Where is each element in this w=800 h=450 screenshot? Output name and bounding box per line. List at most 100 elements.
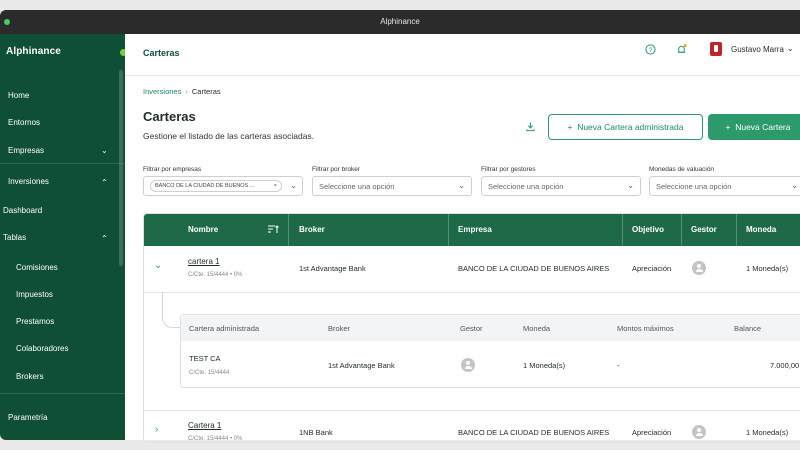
sort-icon[interactable] bbox=[267, 224, 279, 235]
table-row[interactable]: ⌄ cartera 1 C/Cte. 15/4444 • 0% 1st Adva… bbox=[144, 246, 800, 292]
filter-monedas-label: Monedas de valuación bbox=[649, 166, 715, 173]
portfolios-table: Nombre Broker Empresa Objetivo Gestor Mo… bbox=[143, 213, 800, 443]
row-broker: 1st Advantage Bank bbox=[299, 264, 366, 273]
sidebar-divider bbox=[0, 393, 125, 394]
top-bar: Carteras bbox=[125, 34, 800, 76]
chevron-down-icon[interactable]: ⌄ bbox=[154, 260, 162, 271]
new-portfolio-button[interactable]: + Nueva Cartera bbox=[708, 114, 800, 140]
row-moneda: 1 Moneda(s) bbox=[746, 428, 789, 437]
column-header-empresa[interactable]: Empresa bbox=[458, 225, 492, 234]
user-name[interactable]: Gustavo Marra bbox=[731, 45, 784, 54]
chevron-down-icon: ⌄ bbox=[791, 181, 798, 190]
filter-gestores-label: Filtrar por gestores bbox=[481, 166, 536, 173]
sub-column-montos: Montos máximos bbox=[617, 324, 674, 333]
managed-portfolios-subtable: Cartera administrada Broker Gestor Moned… bbox=[180, 314, 800, 388]
sidebar-item-comisiones[interactable]: Comisiones bbox=[16, 263, 58, 272]
breadcrumb-current: Carteras bbox=[191, 87, 221, 96]
column-separator bbox=[681, 214, 682, 246]
chevron-down-icon: ⌄ bbox=[458, 181, 465, 190]
bell-icon[interactable] bbox=[676, 44, 687, 55]
sidebar-item-empresas[interactable]: Empresas ⌄ bbox=[8, 146, 113, 155]
sidebar-divider bbox=[0, 163, 125, 164]
row-objetivo: Apreciación bbox=[632, 264, 672, 273]
portfolio-meta: C/Cte. 15/4444 • 0% bbox=[188, 272, 243, 278]
portfolio-name-link[interactable]: Cartera 1 bbox=[188, 421, 221, 430]
page-subtitle: Gestione el listado de las carteras asoc… bbox=[143, 131, 315, 141]
column-header-broker[interactable]: Broker bbox=[299, 225, 325, 234]
plus-icon: + bbox=[567, 122, 573, 132]
table-header: Nombre Broker Empresa Objetivo Gestor Mo… bbox=[144, 214, 800, 246]
row-moneda: 1 Moneda(s) bbox=[746, 264, 789, 273]
sidebar-item-brokers[interactable]: Brokers bbox=[16, 372, 44, 381]
column-separator bbox=[288, 214, 289, 246]
sidebar-item-prestamos[interactable]: Prestamos bbox=[16, 317, 54, 326]
filter-gestores-select[interactable]: Seleccione una opción ⌄ bbox=[481, 176, 641, 196]
filter-empresas-chip[interactable]: BANCO DE LA CIUDAD DE BUENOS ... × bbox=[150, 180, 282, 192]
row-objetivo: Apreciación bbox=[632, 428, 672, 437]
filter-broker-select[interactable]: Seleccione una opción ⌄ bbox=[312, 176, 472, 196]
sidebar-item-home[interactable]: Home bbox=[8, 91, 29, 100]
column-header-objetivo[interactable]: Objetivo bbox=[632, 225, 664, 234]
row-divider bbox=[144, 292, 800, 293]
column-header-moneda[interactable]: Moneda bbox=[746, 225, 776, 234]
sub-row-moneda: 1 Moneda(s) bbox=[523, 361, 566, 370]
sidebar-item-inversiones[interactable]: Inversiones ⌃ bbox=[8, 177, 113, 187]
chevron-down-icon: ⌄ bbox=[627, 181, 634, 190]
sidebar-item-parametria[interactable]: Parametría bbox=[8, 413, 48, 422]
sidebar: Alphinance Home Entornos Empresas ⌄ Inver… bbox=[0, 34, 128, 440]
chevron-right-icon[interactable]: › bbox=[155, 424, 158, 435]
user-menu-chevron-icon[interactable]: ⌄ bbox=[787, 44, 794, 53]
chevron-down-icon: ⌄ bbox=[290, 181, 297, 190]
chevron-down-icon: ⌄ bbox=[101, 146, 108, 155]
sidebar-item-entornos[interactable]: Entornos bbox=[8, 118, 40, 127]
column-separator bbox=[736, 214, 737, 246]
company-logo-icon[interactable] bbox=[710, 42, 722, 56]
column-header-gestor[interactable]: Gestor bbox=[691, 225, 717, 234]
gestor-avatar-icon[interactable] bbox=[461, 358, 475, 372]
sub-row-balance: 7.000,00 bbox=[770, 361, 800, 370]
row-broker: 1NB Bank bbox=[299, 428, 333, 437]
subtable-header: Cartera administrada Broker Gestor Moned… bbox=[181, 315, 800, 341]
chip-close-icon[interactable]: × bbox=[274, 181, 277, 191]
help-icon[interactable]: ? bbox=[645, 44, 656, 55]
sidebar-scrollbar[interactable] bbox=[119, 70, 123, 266]
new-managed-portfolio-button[interactable]: + Nueva Cartera administrada bbox=[548, 114, 703, 140]
sidebar-item-impuestos[interactable]: Impuestos bbox=[16, 290, 53, 299]
filter-empresas-select[interactable]: BANCO DE LA CIUDAD DE BUENOS ... × ⌄ bbox=[143, 176, 303, 196]
sub-column-moneda: Moneda bbox=[523, 324, 551, 333]
window-dot-icon[interactable] bbox=[4, 19, 10, 25]
title-bar: Alphinance bbox=[0, 10, 800, 34]
breadcrumb-separator: › bbox=[185, 87, 188, 96]
managed-portfolio-meta: C/Cte. 15/4444 bbox=[189, 370, 230, 376]
table-row[interactable]: › Cartera 1 C/Cte. 15/4444 • 0% 1NB Bank… bbox=[144, 411, 800, 442]
managed-portfolio-name[interactable]: TEST CA bbox=[189, 354, 221, 363]
filter-empresas-label: Filtrar por empresas bbox=[143, 166, 202, 173]
sub-row-montos: - bbox=[617, 361, 620, 370]
gestor-avatar-icon[interactable] bbox=[692, 425, 706, 439]
sidebar-item-tablas[interactable]: Tablas ⌃ bbox=[3, 233, 113, 243]
filter-broker-label: Filtrar por broker bbox=[312, 166, 361, 173]
column-header-nombre[interactable]: Nombre bbox=[188, 225, 218, 234]
download-icon[interactable] bbox=[525, 121, 536, 132]
page-title: Carteras bbox=[143, 109, 196, 124]
breadcrumb: Inversiones › Carteras bbox=[143, 87, 221, 96]
chevron-up-icon: ⌃ bbox=[101, 234, 108, 243]
sub-column-gestor: Gestor bbox=[460, 324, 483, 333]
sub-column-broker: Broker bbox=[328, 324, 351, 333]
tree-connector bbox=[162, 292, 182, 328]
topbar-title: Carteras bbox=[143, 48, 180, 58]
column-separator bbox=[622, 214, 623, 246]
sub-row-broker: 1st Advantage Bank bbox=[328, 361, 395, 370]
gestor-avatar-icon[interactable] bbox=[692, 261, 706, 275]
row-empresa: BANCO DE LA CIUDAD DE BUENOS AIRES bbox=[458, 264, 610, 273]
breadcrumb-inversiones[interactable]: Inversiones bbox=[143, 87, 181, 96]
filter-monedas-select[interactable]: Seleccione una opción ⌄ bbox=[649, 176, 800, 196]
svg-text:?: ? bbox=[649, 47, 653, 54]
sidebar-item-colaboradores[interactable]: Colaboradores bbox=[16, 344, 68, 353]
portfolio-meta: C/Cte. 15/4444 • 0% bbox=[188, 436, 243, 442]
brand-logo[interactable]: Alphinance bbox=[6, 46, 61, 57]
row-empresa: BANCO DE LA CIUDAD DE BUENOS AIRES bbox=[458, 428, 610, 437]
portfolio-name-link[interactable]: cartera 1 bbox=[188, 257, 220, 266]
subtable-row[interactable]: TEST CA C/Cte. 15/4444 1st Advantage Ban… bbox=[181, 341, 800, 389]
sidebar-item-dashboard[interactable]: Dashboard bbox=[3, 206, 42, 215]
